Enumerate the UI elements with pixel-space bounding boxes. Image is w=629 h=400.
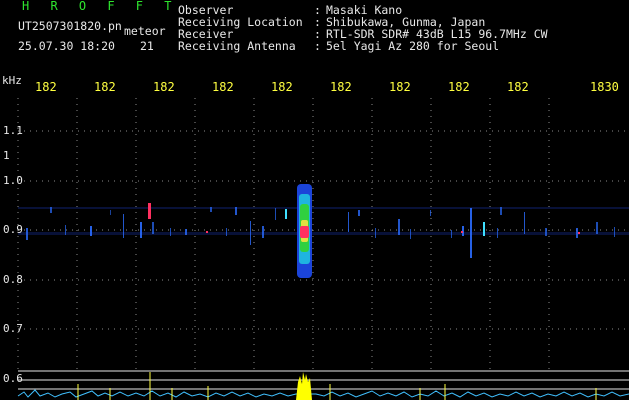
time-tick: 182 (448, 80, 470, 94)
freq-tick: 0.9 (3, 223, 23, 236)
antenna-value: 5el Yagi Az 280 for Seoul (326, 39, 500, 53)
time-tick: 182 (94, 80, 116, 94)
freq-tick: 0.6 (3, 372, 23, 385)
freq-tick: 0.8 (3, 273, 23, 286)
file-name: UT2507301820.pn (18, 19, 122, 33)
observation-datetime: 25.07.30 18:20 (18, 39, 115, 53)
antenna-colon: : (314, 39, 321, 53)
freq-dotted-lines (18, 130, 629, 330)
freq-tick: 1.0 (3, 174, 23, 187)
spectrogram-canvas (17, 98, 629, 400)
meteor-count: 21 (140, 39, 154, 53)
meteor-label: meteor (124, 24, 166, 38)
signal-trace (17, 370, 629, 400)
time-tick: 182 (212, 80, 234, 94)
time-tick: 182 (507, 80, 529, 94)
freq-tick: 1.1 (3, 124, 23, 137)
freq-unit-label: kHz (2, 74, 22, 87)
antenna-label: Receiving Antenna (178, 39, 296, 53)
freq-tick: 0.7 (3, 322, 23, 335)
time-tick: 1830 (590, 80, 619, 94)
time-tick: 182 (330, 80, 352, 94)
time-tick: 182 (35, 80, 57, 94)
app-title: H R O F F T (22, 0, 179, 13)
time-tick: 182 (153, 80, 175, 94)
meteor-echo (297, 184, 312, 278)
time-tick: 182 (271, 80, 293, 94)
time-tick: 182 (389, 80, 411, 94)
background-noise-band (18, 207, 629, 235)
freq-tick: 1 (3, 149, 10, 162)
